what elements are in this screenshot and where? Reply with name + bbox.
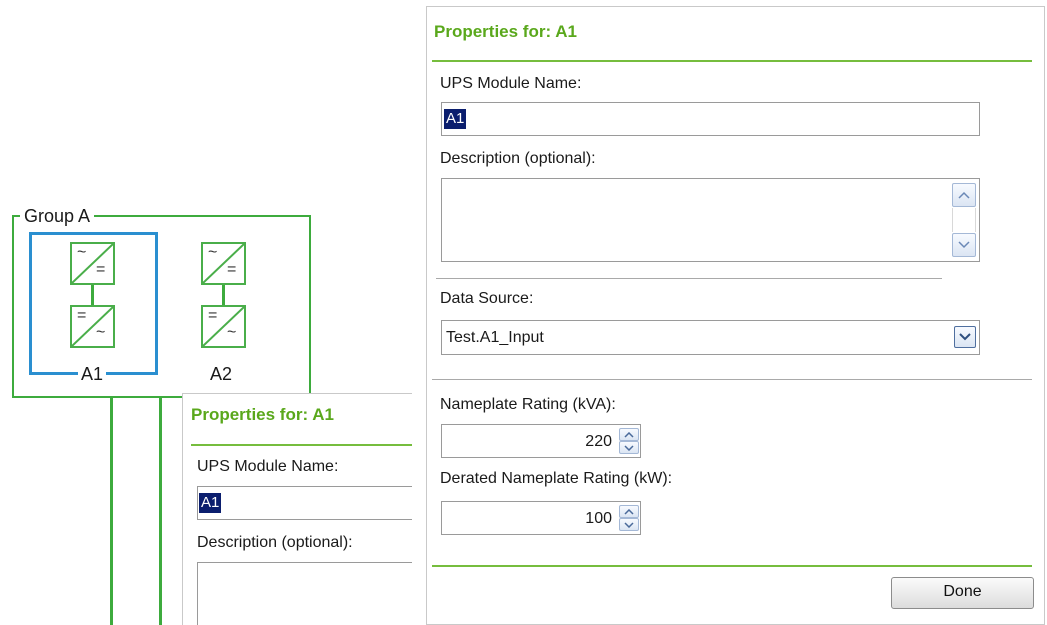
description-textarea[interactable] (197, 562, 412, 625)
module-name-input[interactable]: A1 (197, 486, 412, 520)
scroll-down-button[interactable] (952, 233, 976, 257)
chevron-down-icon (624, 444, 634, 451)
scrollbar-track[interactable] (952, 208, 976, 232)
scroll-up-button[interactable] (952, 183, 976, 207)
data-source-select[interactable]: Test.A1_Input (441, 320, 980, 355)
derated-rating-input[interactable]: 100 (441, 501, 641, 535)
footer-divider (432, 565, 1032, 567)
divider (191, 444, 412, 446)
description-label: Description (optional): (197, 534, 353, 551)
nameplate-decrement-button[interactable] (619, 441, 639, 454)
chevron-up-icon (624, 508, 634, 515)
module-name-label: UPS Module Name: (440, 75, 582, 92)
panel-title: Properties for: A1 (434, 22, 577, 41)
rectifier-icon: ~ = (70, 242, 115, 285)
module-connector (91, 285, 94, 305)
module-name-input[interactable]: A1 (441, 102, 980, 136)
nameplate-increment-button[interactable] (619, 428, 639, 441)
data-source-dropdown-button[interactable] (954, 326, 976, 348)
section-divider (436, 278, 942, 279)
derated-increment-button[interactable] (619, 505, 639, 518)
module-label-a2: A2 (210, 364, 233, 384)
description-textarea[interactable] (441, 178, 980, 262)
module-name-label: UPS Module Name: (197, 458, 339, 475)
chevron-down-icon (959, 333, 971, 341)
description-label: Description (optional): (440, 150, 596, 167)
output-line (159, 398, 162, 625)
chevron-down-icon (624, 521, 634, 528)
done-button[interactable]: Done (891, 577, 1034, 609)
group-a-label: Group A (20, 206, 95, 227)
output-line (110, 398, 113, 625)
nameplate-rating-label: Nameplate Rating (kVA): (440, 396, 616, 413)
inverter-icon: = ~ (201, 305, 246, 348)
chevron-up-icon (624, 431, 634, 438)
panel-title: Properties for: A1 (191, 405, 334, 424)
chevron-down-icon (958, 241, 970, 249)
data-source-label: Data Source: (440, 290, 534, 307)
small-properties-panel: Properties for: A1 UPS Module Name: A1 D… (182, 393, 412, 625)
section-divider (432, 379, 1032, 380)
nameplate-rating-input[interactable]: 220 (441, 424, 641, 458)
derated-rating-label: Derated Nameplate Rating (kW): (440, 470, 673, 487)
module-connector (222, 285, 225, 305)
inverter-icon: = ~ (70, 305, 115, 348)
rectifier-icon: ~ = (201, 242, 246, 285)
chevron-up-icon (958, 191, 970, 199)
title-divider (432, 60, 1032, 62)
module-label-a1: A1 (78, 364, 107, 385)
derated-decrement-button[interactable] (619, 518, 639, 531)
